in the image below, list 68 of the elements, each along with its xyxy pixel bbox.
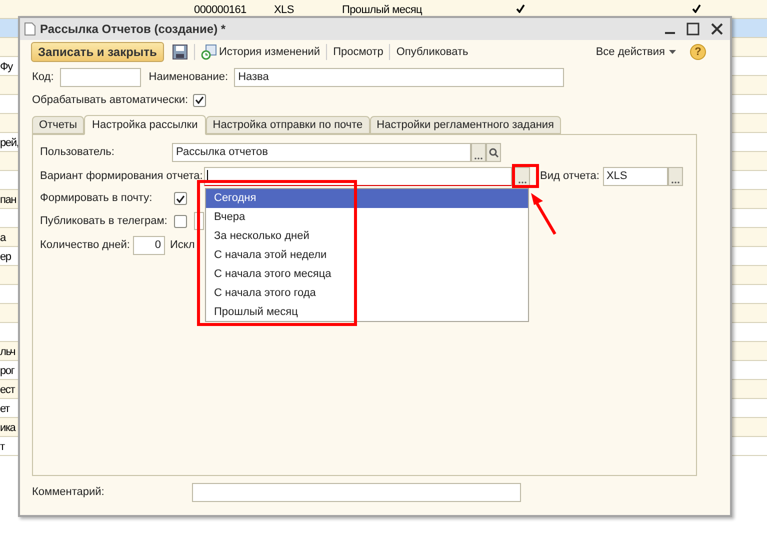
days-label: Количество дней:: [40, 238, 131, 254]
dropdown-item[interactable]: С начала этой недели: [206, 246, 528, 265]
preview-link[interactable]: Просмотр: [333, 44, 384, 60]
tab[interactable]: Настройки регламентного задания: [370, 116, 562, 134]
help-button[interactable]: ?: [690, 44, 706, 60]
tab[interactable]: Настройка отправки по почте: [206, 116, 370, 134]
tab[interactable]: Настройка рассылки: [84, 115, 206, 135]
table-cell-text: Прошлый месяц: [342, 3, 422, 18]
save-and-close-button[interactable]: Записать и закрыть: [31, 42, 164, 62]
save-icon[interactable]: [172, 44, 188, 60]
dropdown-item[interactable]: Сегодня: [206, 189, 528, 208]
report-type-label: Вид отчета:: [540, 169, 600, 184]
name-label: Наименование:: [148, 70, 228, 85]
code-field[interactable]: [60, 68, 141, 86]
code-label: Код:: [32, 70, 54, 85]
maximize-icon[interactable]: [686, 22, 700, 36]
report-type-field[interactable]: XLS: [603, 167, 668, 186]
table-cell-text: XLS: [274, 3, 294, 18]
name-field[interactable]: Назва: [234, 68, 564, 86]
table-cell-text: пан: [0, 193, 16, 208]
search-icon: [488, 148, 498, 158]
table-cell-text: а: [0, 231, 6, 246]
table-cell-text: ест: [0, 383, 15, 398]
table-cell-text: льч: [0, 345, 16, 360]
dropdown-item[interactable]: Прошлый месяц: [206, 303, 528, 322]
caret-icon: [669, 50, 676, 54]
dropdown-item[interactable]: За несколько дней: [206, 227, 528, 246]
table-cell-text: т: [0, 440, 4, 455]
select-button[interactable]: [471, 143, 486, 162]
dots-icon: [518, 180, 526, 185]
close-icon[interactable]: [710, 22, 724, 36]
mail-checkbox[interactable]: [174, 192, 187, 205]
table-cell-text: ика: [0, 421, 16, 436]
auto-process-label: Обрабатывать автоматически:: [32, 92, 188, 108]
dropdown-item[interactable]: Вчера: [206, 208, 528, 227]
select-button[interactable]: [668, 167, 684, 186]
variant-label: Вариант формирования отчета:: [40, 169, 204, 184]
annotation-arrow: [529, 192, 559, 236]
history-icon[interactable]: [200, 44, 217, 60]
mail-label: Формировать в почту:: [40, 191, 154, 206]
history-link[interactable]: История изменений: [218, 44, 320, 60]
auto-process-checkbox[interactable]: [193, 94, 206, 106]
user-label: Пользователь:: [40, 145, 116, 160]
all-actions-menu[interactable]: Все действия: [596, 44, 676, 60]
days-field[interactable]: 0: [133, 236, 165, 255]
tab[interactable]: Отчеты: [32, 116, 84, 134]
table-cell-text: Фу: [0, 60, 12, 75]
user-field[interactable]: Рассылка отчетов: [172, 143, 471, 162]
table-cell-text: ет: [0, 402, 10, 417]
document-icon: [24, 22, 36, 36]
variant-field[interactable]: [204, 167, 512, 186]
comment-field[interactable]: [192, 483, 521, 502]
table-cell-text: рей,: [0, 136, 19, 151]
table-cell-text: ер: [0, 250, 11, 265]
table-cell-text: рог: [0, 364, 14, 379]
search-button[interactable]: [486, 143, 501, 162]
dropdown-item[interactable]: С начала этого месяца: [206, 265, 528, 284]
dropdown-item[interactable]: С начала этого года: [206, 284, 528, 303]
window-title: Рассылка Отчетов (создание) *: [40, 21, 226, 38]
exclude-label: Искл: [170, 238, 195, 254]
telegram-checkbox[interactable]: [174, 214, 187, 228]
highlight-frame: [512, 164, 539, 188]
publish-link[interactable]: Опубликовать: [396, 44, 468, 60]
table-cell-text: 000000161: [194, 3, 246, 18]
comment-label: Комментарий:: [32, 485, 106, 500]
dots-icon: [474, 156, 483, 161]
dots-icon: [671, 180, 680, 185]
telegram-label: Публиковать в телеграм:: [40, 214, 168, 229]
